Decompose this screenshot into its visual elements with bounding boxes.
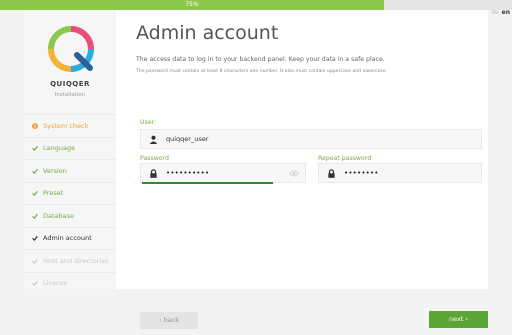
step-list: System check Language Version Preset Dat… bbox=[24, 114, 116, 294]
page-title: Admin account bbox=[136, 22, 279, 44]
language-en[interactable]: en bbox=[502, 9, 510, 16]
step-label: License bbox=[43, 279, 68, 288]
check-icon bbox=[32, 281, 38, 287]
check-icon bbox=[32, 146, 38, 152]
progress-bar: 75% bbox=[0, 0, 512, 10]
user-label: User: bbox=[140, 119, 157, 126]
step-label: Preset bbox=[43, 189, 64, 198]
step-version[interactable]: Version bbox=[24, 159, 116, 182]
step-label: Admin account bbox=[43, 234, 92, 243]
language-switcher: de en bbox=[491, 9, 510, 16]
check-icon bbox=[32, 168, 38, 174]
step-host-and-directories: Host and directories bbox=[24, 249, 116, 272]
password-value: •••••••••• bbox=[166, 169, 210, 177]
check-icon bbox=[32, 213, 38, 219]
step-license: License bbox=[24, 271, 116, 295]
repeat-password-field[interactable]: •••••••• bbox=[318, 163, 482, 183]
check-icon bbox=[32, 191, 38, 197]
user-field[interactable]: quiqqer_user bbox=[140, 129, 482, 149]
next-button[interactable]: next › bbox=[429, 311, 488, 328]
warning-icon bbox=[32, 122, 38, 129]
repeat-password-label: Repeat password bbox=[318, 155, 372, 162]
step-system-check[interactable]: System check bbox=[24, 114, 116, 137]
user-value: quiqqer_user bbox=[166, 135, 209, 143]
brand-subtitle: Installation bbox=[54, 92, 86, 98]
step-label: Database bbox=[43, 211, 75, 220]
step-database[interactable]: Database bbox=[24, 204, 116, 227]
password-strength-bar bbox=[142, 182, 274, 184]
back-button[interactable]: ‹ back bbox=[140, 312, 198, 329]
lock-icon bbox=[328, 168, 335, 178]
password-label: Password bbox=[140, 155, 169, 162]
show-password-icon[interactable] bbox=[289, 170, 299, 177]
language-de[interactable]: de bbox=[491, 9, 499, 16]
step-label: Host and directories bbox=[43, 256, 109, 265]
step-label: Version bbox=[43, 166, 67, 175]
brand-name: QUIQQER bbox=[50, 80, 90, 88]
check-icon bbox=[32, 258, 38, 264]
check-icon bbox=[32, 236, 38, 242]
step-label: System check bbox=[43, 121, 89, 130]
quiqqer-logo-icon bbox=[48, 26, 94, 72]
password-hint: The password must contain at least 8 cha… bbox=[136, 69, 388, 74]
step-label: Language bbox=[43, 144, 76, 153]
step-preset[interactable]: Preset bbox=[24, 181, 116, 205]
progress-label: 75% bbox=[185, 1, 199, 8]
step-language[interactable]: Language bbox=[24, 136, 116, 160]
user-icon bbox=[149, 135, 158, 144]
repeat-password-value: •••••••• bbox=[344, 169, 379, 177]
password-field[interactable]: •••••••••• bbox=[140, 163, 306, 183]
lock-icon bbox=[150, 168, 157, 178]
step-admin-account[interactable]: Admin account bbox=[24, 226, 116, 250]
page-subtitle: The access data to log in to your backen… bbox=[136, 56, 385, 63]
installer-panel: QUIQQER Installation System check Langua… bbox=[24, 9, 510, 289]
sidebar: QUIQQER Installation System check Langua… bbox=[24, 10, 116, 289]
